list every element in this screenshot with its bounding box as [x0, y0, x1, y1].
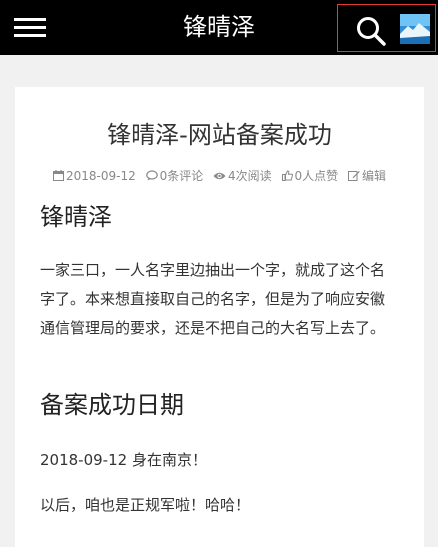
header-tools [337, 4, 436, 52]
calendar-icon [53, 170, 64, 181]
post-comments-text: 0条评论 [159, 169, 204, 183]
post-date-text: 2018-09-12 [66, 169, 136, 183]
thumbs-up-icon [281, 170, 293, 181]
post-title[interactable]: 锋晴泽-网站备案成功 [15, 115, 424, 150]
section-heading: 备案成功日期 [40, 391, 184, 419]
paragraph: 以后，咱也是正规军啦！哈哈！ [40, 496, 251, 514]
menu-icon[interactable] [14, 18, 46, 38]
top-bar: 锋晴泽 [0, 0, 438, 55]
edit-link[interactable]: 编辑 [347, 167, 386, 184]
eye-icon [213, 172, 226, 180]
search-icon[interactable] [356, 16, 386, 46]
comment-icon [145, 170, 158, 181]
menu-bar [14, 18, 46, 21]
section-heading: 锋晴泽 [40, 203, 112, 231]
paragraph: 一家三口，一人名字里边抽出一个字，就成了这个名字了。本来想直接取自己的名字，但是… [40, 261, 386, 337]
post-likes-text: 0人点赞 [294, 169, 339, 183]
post-views: 4次阅读 [213, 167, 272, 184]
paragraph: 2018-09-12 身在南京！ [40, 451, 207, 469]
avatar[interactable] [400, 14, 430, 44]
edit-link-text: 编辑 [361, 169, 386, 183]
post-views-text: 4次阅读 [228, 169, 272, 183]
post-comments: 0条评论 [145, 167, 204, 184]
post-likes: 0人点赞 [281, 167, 339, 184]
post-meta: 2018-09-12 0条评论 4次阅读 0人点赞 编辑 [15, 167, 424, 184]
edit-icon [347, 171, 360, 181]
menu-bar [14, 34, 46, 37]
post-date: 2018-09-12 [53, 169, 136, 183]
post-card: 锋晴泽-网站备案成功 2018-09-12 0条评论 4次阅读 0人点赞 编辑 … [15, 87, 424, 547]
menu-bar [14, 26, 46, 29]
